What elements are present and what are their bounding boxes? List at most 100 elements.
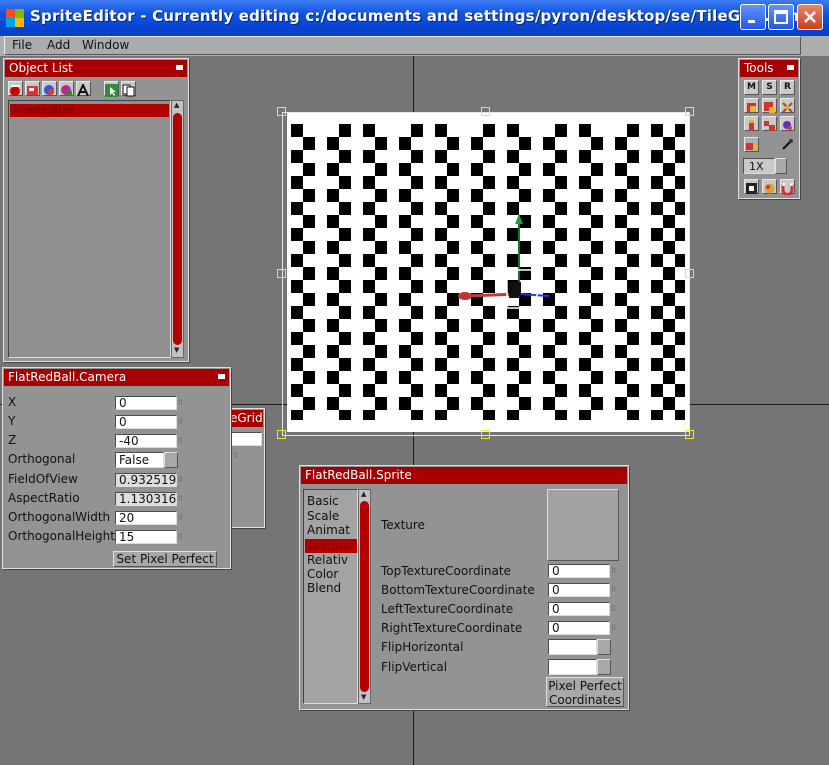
close-button[interactable] xyxy=(797,4,823,30)
tile-column-group xyxy=(291,124,685,420)
menu-file[interactable]: File xyxy=(12,38,32,52)
scale-tool-button[interactable]: S xyxy=(762,80,777,95)
left-coord-spinner[interactable]: ⇳ xyxy=(609,602,618,616)
camera-aspect-field[interactable]: 1.130316 xyxy=(115,492,177,506)
top-coord-field[interactable]: 0 xyxy=(548,564,610,578)
camera-orthogonal-select[interactable]: False xyxy=(115,452,164,468)
category-blend[interactable]: Blend xyxy=(307,581,341,595)
zoom-level-field[interactable]: 1X xyxy=(743,158,775,174)
camera-y-spinner[interactable]: ⇳ xyxy=(176,415,185,429)
object-list-scroll-thumb[interactable] xyxy=(173,113,182,345)
resize-handle-t[interactable] xyxy=(481,107,490,116)
bottom-coord-spinner[interactable]: ⇳ xyxy=(609,583,618,597)
resize-handle-tr[interactable] xyxy=(685,107,694,116)
camera-fov-spinner[interactable]: ⇳ xyxy=(176,473,185,487)
resize-handle-b[interactable] xyxy=(481,430,490,439)
camera-z-field[interactable]: -40 xyxy=(115,434,177,448)
eyedropper-tool-button[interactable] xyxy=(780,137,795,152)
orthogonal-dropdown-button[interactable] xyxy=(164,452,178,468)
sprite-category-scroll-thumb[interactable] xyxy=(360,501,369,692)
resize-handle-br[interactable] xyxy=(685,430,694,439)
tilegrid-sprite[interactable] xyxy=(287,112,690,432)
pattern-tool-button[interactable] xyxy=(780,98,795,113)
category-animation[interactable]: Animat xyxy=(307,523,350,537)
minimize-button[interactable] xyxy=(740,4,766,30)
camera-close-icon[interactable] xyxy=(218,374,225,379)
category-relative[interactable]: Relativ xyxy=(307,553,348,567)
menu-window[interactable]: Window xyxy=(82,38,129,52)
sprite-category-list[interactable]: Basic Scale Animat Texture Relativ Color… xyxy=(303,489,358,704)
list-item-selected[interactable]: FlatRedBall xyxy=(10,104,169,117)
detach-tool-button[interactable] xyxy=(762,98,777,113)
sprite-category-scrollbar[interactable]: ▲ ▼ xyxy=(358,489,371,704)
zoom-dropdown-button[interactable] xyxy=(775,158,787,174)
add-text-button[interactable] xyxy=(25,81,40,96)
object-list-scrollbar[interactable]: ▲ ▼ xyxy=(171,100,184,358)
color-tool-button[interactable] xyxy=(762,179,777,194)
pattern-icon xyxy=(782,102,793,113)
category-basic[interactable]: Basic xyxy=(307,494,339,508)
texture-preview[interactable] xyxy=(547,489,619,561)
eraser-tool-button[interactable] xyxy=(744,137,759,152)
add-label-button[interactable] xyxy=(76,81,91,97)
resize-handle-bl[interactable] xyxy=(277,430,286,439)
camera-orthowidth-spinner[interactable]: ⇳ xyxy=(176,511,185,525)
object-list-title[interactable]: Object List xyxy=(5,60,187,77)
camera-x-label: X xyxy=(8,395,17,409)
select-tool-button[interactable] xyxy=(104,81,119,97)
menu-add[interactable]: Add xyxy=(47,38,70,52)
magic-tool-button[interactable] xyxy=(780,116,795,131)
window-titlebar[interactable]: SpriteEditor - Currently editing c:/docu… xyxy=(0,0,829,36)
camera-orthowidth-field[interactable]: 20 xyxy=(115,511,177,525)
group-tool-button[interactable] xyxy=(762,116,777,131)
flip-vertical-select[interactable] xyxy=(548,659,597,675)
tilegrid-field[interactable] xyxy=(230,432,262,446)
maximize-button[interactable] xyxy=(768,4,794,30)
copy-button[interactable] xyxy=(121,81,136,97)
camera-title[interactable]: FlatRedBall.Camera xyxy=(4,369,229,386)
top-coord-spinner[interactable]: ⇳ xyxy=(609,564,618,578)
tools-close-icon[interactable] xyxy=(787,65,794,70)
add-sprite-button[interactable] xyxy=(8,81,23,96)
right-coord-spinner[interactable]: ⇳ xyxy=(609,621,618,635)
move-tool-button[interactable]: M xyxy=(744,80,759,95)
flip-vertical-dropdown-button[interactable] xyxy=(597,659,611,675)
attach-tool-button[interactable] xyxy=(744,98,759,113)
camera-x-spinner[interactable]: ⇳ xyxy=(176,396,185,410)
resize-handle-r[interactable] xyxy=(685,269,694,278)
left-coord-field[interactable]: 0 xyxy=(548,602,610,616)
category-texture-selected[interactable]: Texture xyxy=(305,539,357,553)
resize-handle-l[interactable] xyxy=(277,269,286,278)
camera-orthoheight-spinner[interactable]: ⇳ xyxy=(176,530,185,544)
camera-x-field[interactable]: 0 xyxy=(115,396,177,410)
camera-z-spinner[interactable]: ⇳ xyxy=(176,434,185,448)
scroll-up-icon[interactable]: ▲ xyxy=(174,101,179,109)
magnet-tool-button[interactable] xyxy=(780,179,795,196)
right-coord-field[interactable]: 0 xyxy=(548,621,610,635)
flip-horizontal-select[interactable] xyxy=(548,639,597,655)
camera-aspect-spinner[interactable]: ⇳ xyxy=(176,492,185,506)
sprite-title[interactable]: FlatRedBall.Sprite xyxy=(301,467,627,484)
set-pixel-perfect-button[interactable]: Set Pixel Perfect xyxy=(113,551,217,567)
scroll-up-icon[interactable]: ▲ xyxy=(361,490,366,498)
add-model-button[interactable] xyxy=(42,81,57,96)
add-emitter-button[interactable] xyxy=(59,81,74,96)
camera-orthoheight-field[interactable]: 15 xyxy=(115,530,177,544)
tilegrid-title[interactable]: eGrid xyxy=(228,410,263,427)
bottom-coord-field[interactable]: 0 xyxy=(548,583,610,597)
scroll-down-icon[interactable]: ▼ xyxy=(174,346,179,354)
resize-handle-tl[interactable] xyxy=(277,107,286,116)
object-list-close-icon[interactable] xyxy=(176,65,183,70)
tilegrid-spinner[interactable]: ⇳ xyxy=(231,449,240,463)
flip-horizontal-dropdown-button[interactable] xyxy=(597,639,611,655)
pixel-perfect-coordinates-button[interactable]: Pixel Perfect Coordinates xyxy=(546,677,624,707)
camera-y-field[interactable]: 0 xyxy=(115,415,177,429)
category-scale[interactable]: Scale xyxy=(307,509,339,523)
paint-tool-button[interactable] xyxy=(744,116,759,131)
rotate-tool-button[interactable]: R xyxy=(780,80,795,95)
object-list-box[interactable]: FlatRedBall xyxy=(8,100,171,358)
category-color[interactable]: Color xyxy=(307,567,338,581)
snap-tool-button[interactable] xyxy=(744,179,759,194)
camera-fov-field[interactable]: 0.932519 xyxy=(115,473,177,487)
scroll-down-icon[interactable]: ▼ xyxy=(361,693,366,701)
